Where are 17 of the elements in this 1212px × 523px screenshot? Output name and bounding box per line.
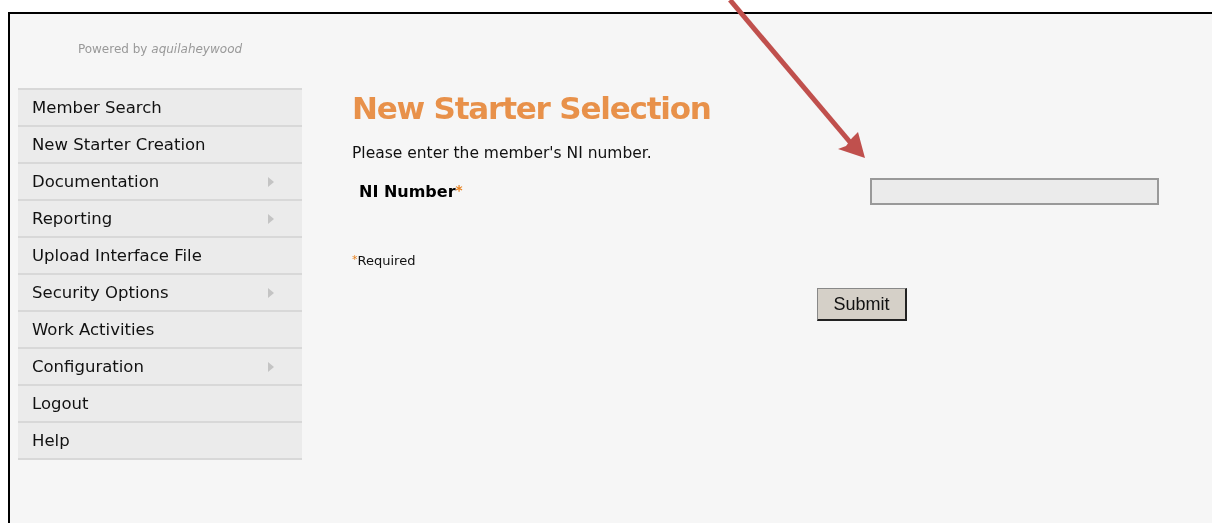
sidebar-item[interactable]: New Starter Creation	[18, 127, 302, 164]
instruction-text: Please enter the member's NI number.	[352, 144, 653, 162]
input-field[interactable]	[870, 178, 1159, 205]
sidebar-item[interactable]: Logout	[18, 386, 302, 423]
field-label: NI Number*	[358, 182, 463, 201]
sidebar-item[interactable]: Documentation	[18, 164, 302, 201]
sidebar-item[interactable]: Configuration	[18, 349, 302, 386]
sidebar-item[interactable]: Security Options	[18, 275, 302, 312]
required-note: *Required	[352, 253, 417, 268]
submit-button[interactable]: Submit	[817, 288, 907, 321]
sidebar-item[interactable]: Reporting	[18, 201, 302, 238]
sidebar-item[interactable]: Help	[18, 423, 302, 460]
sidebar-item[interactable]: Upload Interface File	[18, 238, 302, 275]
sidebar-item[interactable]: Work Activities	[18, 312, 302, 349]
sidebar-item[interactable]: Member Search	[18, 90, 302, 127]
page-title: New Starter Selection	[352, 89, 712, 128]
powered-by-text: Powered by aquilaheywood	[76, 42, 244, 58]
